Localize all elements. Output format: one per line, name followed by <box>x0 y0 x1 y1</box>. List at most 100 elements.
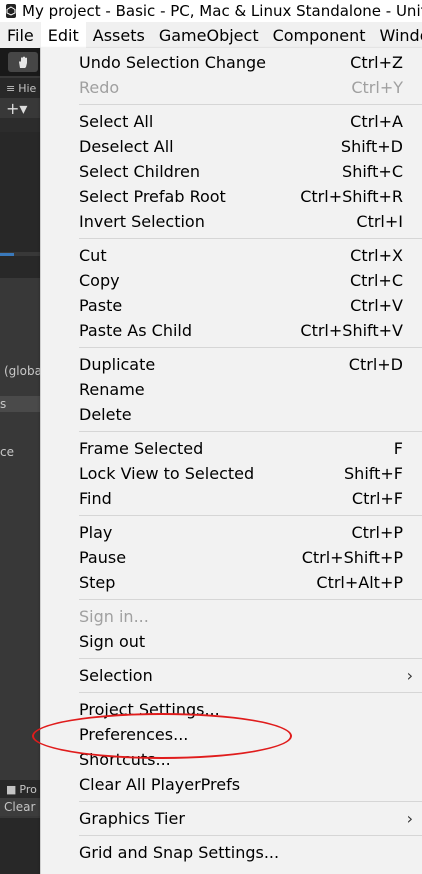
submenu-arrow-icon: › <box>406 809 413 828</box>
menu-item-label: Grid and Snap Settings... <box>79 843 280 862</box>
menu-item-cut[interactable]: Cut Ctrl+X <box>41 244 422 269</box>
menu-item-copy[interactable]: Copy Ctrl+C <box>41 269 422 294</box>
menu-separator <box>79 658 422 659</box>
menu-item-sign-out[interactable]: Sign out <box>41 630 422 655</box>
menu-item-label: Project Settings... <box>79 700 220 719</box>
menu-item-invert-selection[interactable]: Invert Selection Ctrl+I <box>41 210 422 235</box>
menu-component[interactable]: Component <box>266 22 373 48</box>
menu-separator <box>79 104 422 105</box>
menu-item-label: Select Prefab Root <box>79 187 226 206</box>
menu-item-label: Cut <box>79 246 107 265</box>
menu-item-label: Graphics Tier <box>79 809 185 828</box>
menu-separator <box>79 692 422 693</box>
menu-item-shortcut: Ctrl+Shift+V <box>300 321 403 340</box>
menu-item-project-settings[interactable]: Project Settings... <box>41 698 422 723</box>
inspector-tab-bar <box>0 256 40 278</box>
menu-item-clear-playerprefs[interactable]: Clear All PlayerPrefs <box>41 773 422 798</box>
menu-item-shortcut: Shift+F <box>344 464 403 483</box>
menu-item-graphics-tier[interactable]: Graphics Tier › <box>41 807 422 832</box>
menu-item-deselect-all[interactable]: Deselect All Shift+D <box>41 135 422 160</box>
menu-item-redo: Redo Ctrl+Y <box>41 76 422 101</box>
menu-item-shortcut: Ctrl+Shift+P <box>301 548 403 567</box>
project-tab-label: Pro <box>19 782 37 796</box>
window-title: My project - Basic - PC, Mac & Linux Sta… <box>22 2 422 20</box>
menu-item-shortcut: Ctrl+C <box>349 271 403 290</box>
hierarchy-tab[interactable]: ≡ Hie <box>0 78 40 98</box>
menu-item-select-prefab-root[interactable]: Select Prefab Root Ctrl+Shift+R <box>41 185 422 210</box>
menu-item-lock-view[interactable]: Lock View to Selected Shift+F <box>41 462 422 487</box>
menu-window[interactable]: Window <box>372 22 422 48</box>
menu-separator <box>79 431 422 432</box>
menu-item-duplicate[interactable]: Duplicate Ctrl+D <box>41 353 422 378</box>
menu-item-shortcut: Ctrl+Y <box>351 78 403 97</box>
create-dropdown[interactable]: +▾ <box>0 98 40 118</box>
menu-item-shortcut: Ctrl+P <box>351 523 403 542</box>
window-title-bar: My project - Basic - PC, Mac & Linux Sta… <box>0 0 422 22</box>
side-ce-text: ce <box>0 445 14 459</box>
menu-separator <box>79 347 422 348</box>
menu-item-step[interactable]: Step Ctrl+Alt+P <box>41 571 422 596</box>
menu-item-play[interactable]: Play Ctrl+P <box>41 521 422 546</box>
menu-item-label: Find <box>79 489 112 508</box>
edit-dropdown-menu: Undo Selection Change Ctrl+Z Redo Ctrl+Y… <box>40 48 422 874</box>
menu-item-select-children[interactable]: Select Children Shift+C <box>41 160 422 185</box>
menu-item-label: Play <box>79 523 113 542</box>
console-clear-button[interactable]: Clear <box>0 798 40 816</box>
menu-item-shortcut: Ctrl+D <box>348 355 403 374</box>
menu-item-shortcut: Ctrl+Alt+P <box>316 573 403 592</box>
menu-item-find[interactable]: Find Ctrl+F <box>41 487 422 512</box>
menu-item-label: Paste As Child <box>79 321 192 340</box>
menu-file[interactable]: File <box>0 22 41 48</box>
menu-item-select-all[interactable]: Select All Ctrl+A <box>41 110 422 135</box>
menu-item-shortcuts[interactable]: Shortcuts... <box>41 748 422 773</box>
menu-item-label: Deselect All <box>79 137 174 156</box>
menu-separator <box>79 238 422 239</box>
menu-item-sign-in: Sign in... <box>41 605 422 630</box>
menu-edit[interactable]: Edit <box>40 22 86 48</box>
menu-item-label: Delete <box>79 405 132 424</box>
menu-item-rename[interactable]: Rename <box>41 378 422 403</box>
menu-item-frame-selected[interactable]: Frame Selected F <box>41 437 422 462</box>
menu-item-shortcut: Ctrl+V <box>350 296 403 315</box>
hierarchy-panel <box>0 132 40 252</box>
menu-separator <box>79 801 422 802</box>
menu-item-selection[interactable]: Selection › <box>41 664 422 689</box>
menu-separator <box>79 515 422 516</box>
menu-item-label: Preferences... <box>79 725 189 744</box>
menu-item-label: Selection <box>79 666 153 685</box>
menu-item-shortcut: F <box>393 439 403 458</box>
list-icon: ≡ <box>6 81 16 95</box>
menu-item-label: Duplicate <box>79 355 156 374</box>
menu-item-shortcut: Shift+D <box>340 137 403 156</box>
menu-item-label: Sign out <box>79 632 146 651</box>
main-menu-bar: File Edit Assets GameObject Component Wi… <box>0 22 422 48</box>
menu-gameobject[interactable]: GameObject <box>152 22 266 48</box>
hand-icon <box>19 56 27 68</box>
menu-item-shortcut: Ctrl+X <box>350 246 403 265</box>
menu-item-shortcut: Ctrl+I <box>356 212 403 231</box>
menu-item-pause[interactable]: Pause Ctrl+Shift+P <box>41 546 422 571</box>
menu-item-label: Invert Selection <box>79 212 205 231</box>
unity-logo-icon <box>6 4 16 18</box>
menu-item-grid-snap-settings[interactable]: Grid and Snap Settings... <box>41 841 422 866</box>
menu-separator <box>79 835 422 836</box>
menu-item-undo[interactable]: Undo Selection Change Ctrl+Z <box>41 51 422 76</box>
menu-item-preferences[interactable]: Preferences... <box>41 723 422 748</box>
menu-item-delete[interactable]: Delete <box>41 403 422 428</box>
submenu-arrow-icon: › <box>406 666 413 685</box>
menu-item-paste-as-child[interactable]: Paste As Child Ctrl+Shift+V <box>41 319 422 344</box>
menu-item-shortcut: Ctrl+Z <box>350 53 403 72</box>
side-s-text: s <box>0 397 7 411</box>
menu-assets[interactable]: Assets <box>86 22 152 48</box>
hand-tool-button[interactable] <box>8 52 38 72</box>
clear-label: Clear <box>4 800 36 814</box>
menu-item-label: Undo Selection Change <box>79 53 266 72</box>
menu-item-label: Select All <box>79 112 154 131</box>
project-tab[interactable]: ■ Pro <box>0 780 40 798</box>
hierarchy-tab-label: Hie <box>18 81 37 95</box>
menu-separator <box>79 599 422 600</box>
console-panel <box>0 818 40 874</box>
menu-item-label: Redo <box>79 78 120 97</box>
menu-item-paste[interactable]: Paste Ctrl+V <box>41 294 422 319</box>
plus-icon: +▾ <box>6 98 28 118</box>
